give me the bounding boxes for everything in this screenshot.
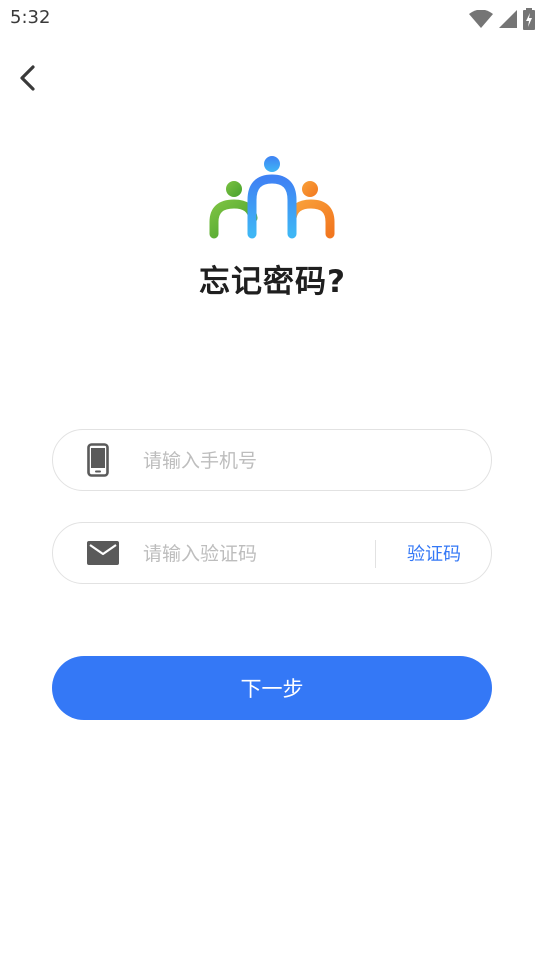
next-step-button[interactable]: 下一步 — [52, 656, 492, 720]
forgot-password-screen: 5:32 忘记密码? 请输入手机号 请输入验证码 验证码 下一步 — [0, 0, 545, 970]
verification-code-field[interactable]: 验证码 — [52, 522, 492, 585]
mail-envelope-icon — [87, 541, 119, 565]
mobile-phone-icon — [87, 443, 109, 477]
status-time: 5:32 — [10, 7, 51, 28]
phone-input[interactable] — [141, 430, 465, 492]
status-icons — [469, 8, 535, 30]
status-bar: 5:32 — [0, 0, 545, 36]
phone-field[interactable] — [52, 429, 492, 492]
page-title: 忘记密码? — [199, 264, 346, 300]
chevron-left-icon — [17, 65, 39, 95]
get-verification-code-button[interactable]: 验证码 — [377, 523, 491, 583]
back-button[interactable] — [10, 62, 46, 98]
signal-icon — [499, 10, 517, 28]
battery-charging-icon — [523, 8, 535, 30]
verification-code-input[interactable] — [141, 523, 367, 585]
three-people-logo — [206, 152, 338, 242]
wifi-icon — [469, 10, 493, 28]
code-divider — [375, 540, 376, 568]
